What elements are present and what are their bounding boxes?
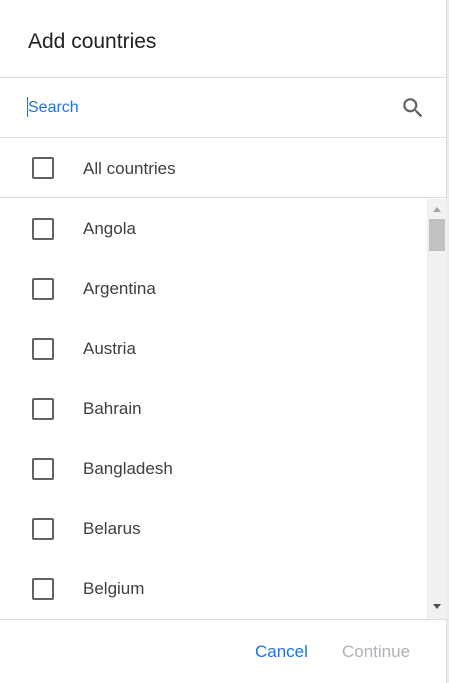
- country-checkbox[interactable]: [32, 578, 54, 600]
- country-checkbox[interactable]: [32, 458, 54, 480]
- all-countries-option[interactable]: All countries: [0, 138, 447, 198]
- country-label: Belgium: [83, 579, 145, 598]
- country-label: Argentina: [83, 279, 156, 298]
- country-checkbox[interactable]: [32, 218, 54, 240]
- country-list: Angola Argentina Austria Bahrain Banglad…: [0, 199, 427, 619]
- country-label: Belarus: [83, 519, 141, 538]
- search-icon[interactable]: [400, 95, 426, 121]
- search-input[interactable]: [28, 96, 388, 120]
- country-checkbox[interactable]: [32, 278, 54, 300]
- scroll-down-arrow-icon[interactable]: [433, 604, 441, 609]
- country-item-belarus[interactable]: Belarus: [0, 499, 427, 559]
- country-checkbox[interactable]: [32, 398, 54, 420]
- dialog-footer: Cancel Continue: [0, 619, 447, 683]
- scroll-up-arrow-icon[interactable]: [433, 207, 441, 212]
- search-bar: [0, 78, 447, 138]
- country-label: Bangladesh: [83, 459, 173, 478]
- add-countries-dialog: Add countries All countries Angola Argen…: [0, 0, 447, 683]
- country-item-bahrain[interactable]: Bahrain: [0, 379, 427, 439]
- country-item-argentina[interactable]: Argentina: [0, 259, 427, 319]
- country-checkbox[interactable]: [32, 338, 54, 360]
- all-countries-checkbox[interactable]: [32, 157, 54, 179]
- country-item-bangladesh[interactable]: Bangladesh: [0, 439, 427, 499]
- country-label: Bahrain: [83, 399, 142, 418]
- country-label: Angola: [83, 219, 136, 238]
- dialog-header: Add countries: [0, 0, 447, 78]
- country-item-angola[interactable]: Angola: [0, 199, 427, 259]
- scroll-thumb[interactable]: [429, 219, 445, 251]
- country-label: Austria: [83, 339, 136, 358]
- country-item-austria[interactable]: Austria: [0, 319, 427, 379]
- dialog-title: Add countries: [28, 30, 157, 53]
- continue-button[interactable]: Continue: [342, 641, 410, 663]
- country-checkbox[interactable]: [32, 518, 54, 540]
- cancel-button[interactable]: Cancel: [255, 641, 308, 663]
- country-item-belgium[interactable]: Belgium: [0, 559, 427, 619]
- all-countries-label: All countries: [83, 159, 176, 178]
- list-scrollbar[interactable]: [427, 199, 447, 619]
